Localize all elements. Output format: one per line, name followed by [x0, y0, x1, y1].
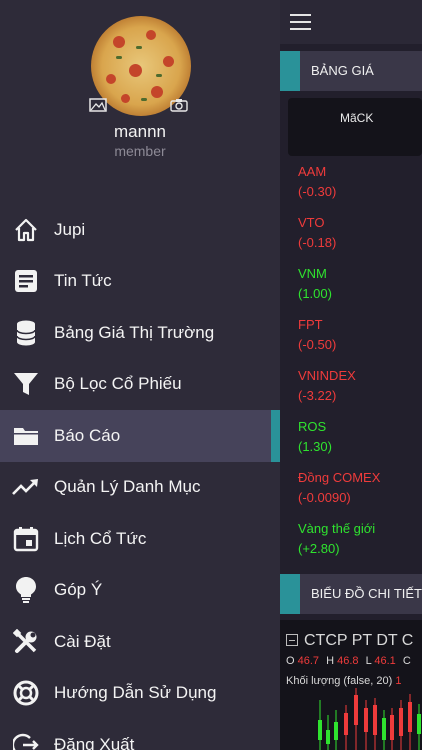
- profile-header: mannn member: [0, 0, 280, 190]
- candlestick-chart-panel[interactable]: CTCP PT DT C O 46.7 H 46.8 L 46.1 C Khối…: [280, 620, 422, 750]
- menu-item-label: Bộ Lọc Cổ Phiếu: [54, 374, 182, 394]
- column-header-symbol: MãCK: [340, 111, 374, 125]
- section-title: BIỂU ĐỒ CHI TIẾT: [311, 586, 422, 601]
- menu-item-label: Đăng Xuất: [54, 734, 135, 750]
- list-item[interactable]: AAM (-0.30): [298, 162, 422, 213]
- menu-item-label: Hướng Dẫn Sử Dụng: [54, 683, 217, 703]
- folder-icon: [12, 422, 40, 450]
- menu-item-settings[interactable]: Cài Đặt: [0, 616, 280, 668]
- quote-symbol: VNINDEX: [298, 368, 356, 383]
- list-item[interactable]: VNINDEX (-3.22): [298, 366, 422, 417]
- menu-item-news[interactable]: Tin Tức: [0, 256, 280, 308]
- database-icon: [12, 319, 40, 347]
- menu-item-label: Tin Tức: [54, 271, 112, 291]
- list-item[interactable]: VNM (1.00): [298, 264, 422, 315]
- quote-symbol: Vàng thế giới: [298, 521, 376, 536]
- home-icon: [12, 216, 40, 244]
- gallery-icon[interactable]: [89, 98, 107, 112]
- list-item[interactable]: FPT (-0.50): [298, 315, 422, 366]
- menu-item-label: Jupi: [54, 219, 86, 239]
- menu-item-dividend-calendar[interactable]: Lịch Cổ Tức: [0, 513, 280, 565]
- menu-item-jupi[interactable]: Jupi: [0, 204, 280, 256]
- filter-icon: [12, 370, 40, 398]
- tools-icon: [12, 628, 40, 656]
- drawer-menu: Jupi Tin Tức Bảng Giá Thị Trường Bộ Lọc …: [0, 204, 280, 750]
- news-icon: [12, 267, 40, 295]
- menu-item-portfolio[interactable]: Quản Lý Danh Mục: [0, 462, 280, 514]
- quote-change: (-0.50): [298, 337, 337, 352]
- calendar-icon: [12, 525, 40, 553]
- trending-up-icon: [12, 473, 40, 501]
- quote-list: AAM (-0.30) VTO (-0.18) VNM (1.00) FPT (…: [298, 162, 422, 570]
- ohlc-readout: O 46.7 H 46.8 L 46.1 C: [286, 655, 411, 667]
- menu-item-feedback[interactable]: Góp Ý: [0, 565, 280, 617]
- logout-icon: [12, 731, 40, 750]
- top-bar: [280, 0, 422, 44]
- camera-icon[interactable]: [170, 98, 188, 112]
- quote-symbol: ROS: [298, 419, 327, 434]
- menu-item-label: Lịch Cổ Tức: [54, 528, 147, 548]
- list-item[interactable]: ROS (1.30): [298, 417, 422, 468]
- list-item[interactable]: Vàng thế giới (+2.80): [298, 519, 422, 570]
- menu-item-market-prices[interactable]: Bảng Giá Thị Trường: [0, 307, 280, 359]
- lifebuoy-icon: [12, 679, 40, 707]
- list-item[interactable]: Đồng COMEX (-0.0090): [298, 468, 422, 519]
- navigation-drawer: mannn member Jupi Tin Tức Bảng Giá Thị T…: [0, 0, 280, 750]
- quote-change: (+2.80): [298, 541, 340, 556]
- menu-item-logout[interactable]: Đăng Xuất: [0, 719, 280, 750]
- section-title: BẢNG GIÁ: [311, 63, 374, 78]
- section-header-detail-chart: BIỂU ĐỒ CHI TIẾT: [280, 574, 422, 614]
- list-item[interactable]: VTO (-0.18): [298, 213, 422, 264]
- quote-symbol: Đồng COMEX: [298, 470, 381, 485]
- hamburger-menu-icon[interactable]: [290, 14, 311, 30]
- quote-change: (-3.22): [298, 388, 337, 403]
- menu-item-reports[interactable]: Báo Cáo: [0, 410, 280, 462]
- collapse-icon[interactable]: [286, 634, 298, 646]
- chart-title: CTCP PT DT C: [286, 632, 413, 650]
- username: mannn: [114, 122, 166, 141]
- main-content: BẢNG GIÁ MãCK AAM (-0.30) VTO (-0.18) VN…: [280, 0, 422, 750]
- quote-symbol: AAM: [298, 164, 327, 179]
- menu-item-user-guide[interactable]: Hướng Dẫn Sử Dụng: [0, 668, 280, 720]
- quote-change: (-0.18): [298, 235, 337, 250]
- menu-item-label: Bảng Giá Thị Trường: [54, 322, 215, 342]
- quote-symbol: VTO: [298, 215, 325, 230]
- quote-symbol: FPT: [298, 317, 323, 332]
- quote-symbol: VNM: [298, 266, 327, 281]
- menu-item-label: Báo Cáo: [54, 425, 121, 445]
- quote-change: (1.30): [298, 439, 332, 454]
- user-role: member: [114, 143, 166, 159]
- quote-change: (-0.0090): [298, 490, 351, 505]
- menu-item-stock-filter[interactable]: Bộ Lọc Cổ Phiếu: [0, 359, 280, 411]
- quote-change: (1.00): [298, 286, 332, 301]
- menu-item-label: Góp Ý: [54, 580, 103, 600]
- lightbulb-icon: [12, 576, 40, 604]
- menu-item-label: Quản Lý Danh Mục: [54, 477, 201, 497]
- section-header-price-board: BẢNG GIÁ: [280, 51, 422, 91]
- price-table-header: MãCK: [288, 98, 422, 156]
- quote-change: (-0.30): [298, 184, 337, 199]
- candlestick-plot: [318, 688, 421, 750]
- menu-item-label: Cài Đặt: [54, 631, 111, 651]
